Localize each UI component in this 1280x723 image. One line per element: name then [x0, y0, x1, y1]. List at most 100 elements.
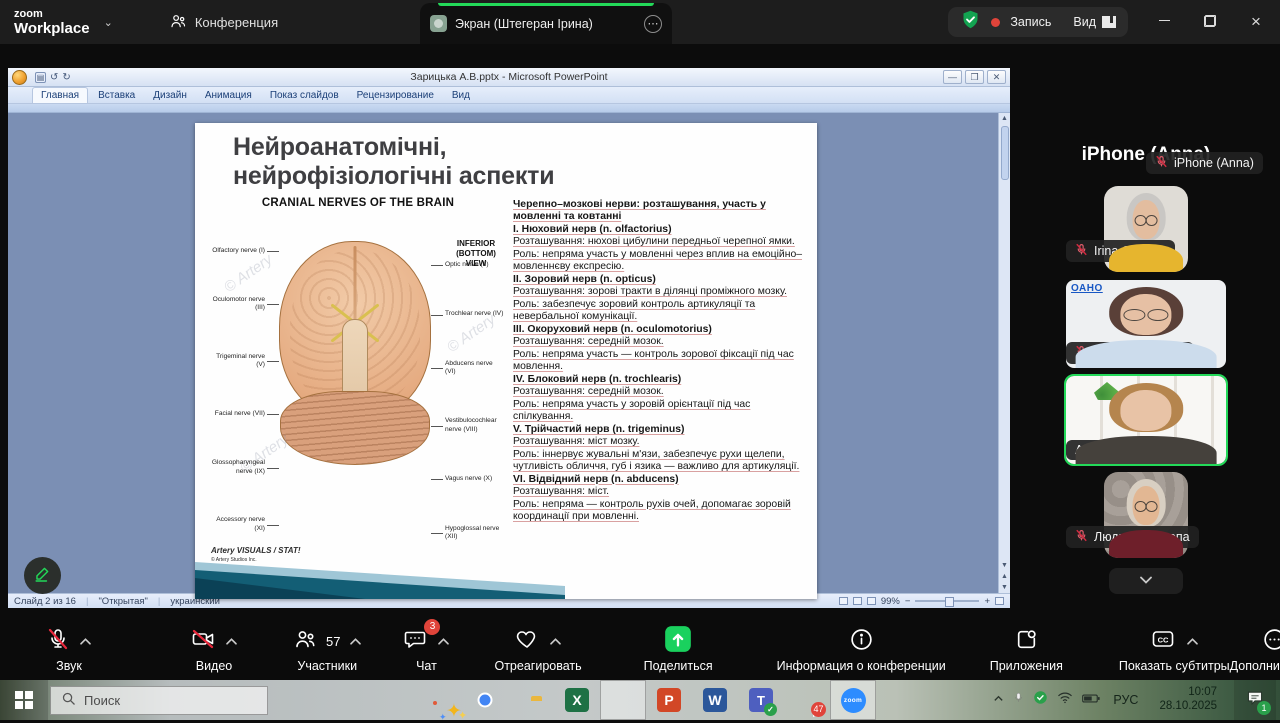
toolbar-button[interactable]: Дополнительно: [1230, 628, 1280, 673]
nerve-label: Facial nerve (VII): [215, 410, 279, 418]
fit-to-window-icon[interactable]: [995, 597, 1004, 605]
windows-logo-icon: [15, 691, 33, 709]
toolbar-button[interactable]: Поделиться: [644, 628, 713, 673]
ribbon-tab[interactable]: Рецензирование: [349, 88, 442, 103]
powerpoint-titlebar: ▤ ↺ ↻ Зарицька А.В.pptx - Microsoft Powe…: [8, 68, 1010, 87]
pencil-icon: [33, 564, 52, 588]
participant-tile[interactable]: Alla Zaritska: [1066, 376, 1226, 464]
chevron-up-icon[interactable]: [1186, 633, 1199, 651]
collapse-participants-button[interactable]: [1109, 568, 1183, 594]
ribbon-tab[interactable]: Главная: [32, 87, 88, 103]
chevron-up-icon[interactable]: [549, 633, 562, 651]
participant-count: 57: [326, 634, 340, 649]
annotate-button[interactable]: [24, 557, 61, 594]
participants-icon: [169, 12, 187, 33]
tab-options-icon[interactable]: ⋯: [644, 15, 662, 33]
taskbar-app-button[interactable]: [508, 680, 554, 720]
toolbar-button[interactable]: Отреагировать: [494, 628, 581, 673]
slide-text-line: III. Окоруховий нерв (n. oculomotorius): [513, 324, 803, 336]
taskbar-clock[interactable]: 10:07 28.10.2025: [1159, 686, 1217, 714]
chevron-down-icon: [1138, 572, 1154, 590]
security-shield-icon[interactable]: [960, 9, 981, 35]
ribbon-tab[interactable]: Показ слайдов: [262, 88, 347, 103]
taskbar-app-button[interactable]: ✦✦✦: [416, 680, 462, 720]
normal-view-icon[interactable]: [839, 597, 848, 605]
active-share-indicator: [438, 3, 654, 6]
start-button[interactable]: [0, 680, 48, 720]
toolbar-icon: [46, 627, 70, 656]
taskbar-app-button[interactable]: zoom: [830, 680, 876, 720]
chevron-up-icon[interactable]: [79, 633, 92, 651]
taskbar-app-button[interactable]: T✓: [738, 680, 784, 720]
language-indicator[interactable]: РУС: [1113, 693, 1138, 707]
windows-taskbar: Поиск ✦✦✦ X: [0, 680, 1280, 720]
ppt-minimize-button[interactable]: —: [943, 70, 962, 84]
meeting-stage: ▤ ↺ ↻ Зарицька А.В.pptx - Microsoft Powe…: [0, 44, 1280, 620]
toolbar-button[interactable]: 3 Чат: [402, 628, 450, 673]
ribbon-tab[interactable]: Анимация: [197, 88, 260, 103]
taskbar-app-button[interactable]: 47: [784, 680, 830, 720]
toolbar-button[interactable]: Приложения: [990, 628, 1063, 673]
meeting-toolbar: Звук Видео 57 У: [0, 620, 1280, 680]
tab-conference[interactable]: Конференция: [169, 12, 278, 33]
video-logo: ОАНО: [1071, 283, 1103, 294]
zoom-level: 99%: [881, 596, 900, 607]
slide-text-line: II. Зоровий нерв (n. opticus): [513, 274, 803, 286]
tab-shared-screen[interactable]: Экран (Штегеран Ірина) ⋯: [420, 3, 672, 44]
ribbon-tab[interactable]: Дизайн: [145, 88, 195, 103]
chevron-down-icon[interactable]: ⌄: [104, 16, 113, 29]
slide-text-line: Розташування: міст мозку.: [513, 436, 803, 448]
ribbon-tab[interactable]: Вставка: [90, 88, 143, 103]
toolbar-icon: [1014, 627, 1039, 657]
toolbar-button[interactable]: Звук: [46, 628, 92, 673]
tray-icon[interactable]: [1033, 690, 1048, 710]
notification-center-button[interactable]: 1: [1234, 680, 1276, 720]
taskbar-app-button[interactable]: [462, 680, 508, 720]
scroll-up-icon: ▲: [1001, 113, 1008, 124]
slideshow-view-icon[interactable]: [867, 597, 876, 605]
taskbar-app-button[interactable]: P: [646, 680, 692, 720]
screen-share-icon: [430, 15, 447, 32]
participant-tile[interactable]: Людмила Штепа: [1066, 472, 1226, 558]
toolbar-icon: [1262, 627, 1280, 657]
tray-icon[interactable]: [1057, 691, 1073, 709]
ppt-close-button[interactable]: ✕: [987, 70, 1006, 84]
slide-title: Нейроанатомічні, нейрофізіологічні аспек…: [195, 123, 817, 195]
participant-tile[interactable]: Irina Orlenko: [1066, 186, 1226, 272]
taskbar-search[interactable]: Поиск: [50, 686, 268, 715]
taskbar-app-button[interactable]: X: [554, 680, 600, 720]
tray-icon[interactable]: [1013, 690, 1024, 710]
chevron-up-icon[interactable]: [437, 633, 450, 651]
chevron-up-icon[interactable]: [349, 633, 362, 651]
toolbar-button[interactable]: CC Показать субтитры: [1119, 628, 1230, 673]
toolbar-button[interactable]: Видео: [190, 628, 238, 673]
close-button[interactable]: ×: [1246, 12, 1266, 32]
nerve-label: Oculomotor nerve (III): [209, 296, 279, 312]
nerve-label: Optic nerve (II): [431, 261, 489, 269]
zoom-slider[interactable]: [915, 600, 979, 602]
sorter-view-icon[interactable]: [853, 597, 862, 605]
toolbar-label: Видео: [196, 659, 233, 673]
chevron-up-icon[interactable]: [225, 633, 238, 651]
view-button[interactable]: Вид: [1073, 15, 1116, 29]
nerve-label: Vestibulocochlear nerve (VIII): [431, 417, 505, 433]
ppt-restore-button[interactable]: ❒: [965, 70, 984, 84]
tray-icon[interactable]: [1082, 691, 1100, 709]
restore-button[interactable]: [1200, 14, 1220, 31]
ribbon-tab[interactable]: Вид: [444, 88, 478, 103]
tray-icon[interactable]: [993, 691, 1004, 709]
recording-dot-icon: [991, 18, 1000, 27]
zoom-out-icon[interactable]: −: [905, 596, 911, 607]
toolbar-button[interactable]: Информация о конференции: [777, 628, 946, 673]
taskbar-app-button[interactable]: [600, 680, 646, 720]
taskbar-app-button[interactable]: W: [692, 680, 738, 720]
participant-tile[interactable]: ОАНО Штегеран Ірина: [1066, 280, 1226, 368]
powerpoint-window-title: Зарицька А.В.pptx - Microsoft PowerPoint: [8, 71, 1010, 83]
toolbar-label: Чат: [416, 659, 437, 673]
slide-scrollbar[interactable]: ▲ ▼ ▲ ▼: [998, 113, 1010, 593]
app-icon: P: [657, 688, 681, 712]
minimize-button[interactable]: [1154, 14, 1174, 31]
slide-canvas: Нейроанатомічні, нейрофізіологічні аспек…: [8, 113, 1010, 593]
toolbar-button[interactable]: 57 Участники: [292, 628, 362, 673]
zoom-in-icon[interactable]: +: [984, 596, 990, 607]
